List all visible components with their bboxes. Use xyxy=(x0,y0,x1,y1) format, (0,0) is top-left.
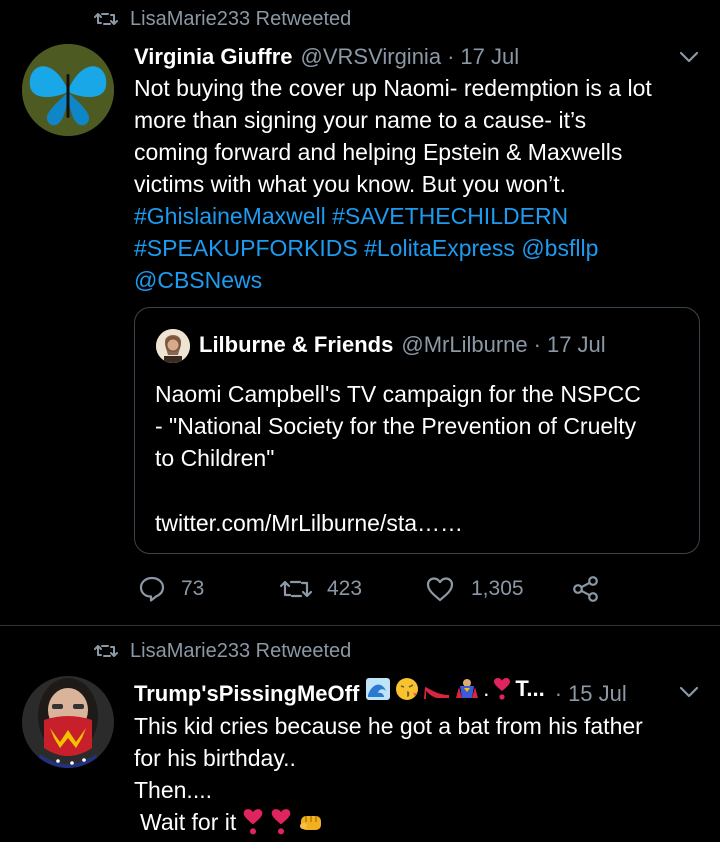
share-button[interactable] xyxy=(571,574,601,604)
avatar[interactable] xyxy=(22,44,114,136)
quote-link[interactable]: twitter.com/MrLilburne/sta…… xyxy=(155,507,463,539)
retweet-icon xyxy=(279,580,313,598)
retweet-count: 423 xyxy=(327,577,363,600)
retweet-icon xyxy=(94,645,118,657)
quote-author-name: Lilburne & Friends xyxy=(199,332,394,357)
separator-dot: · xyxy=(554,681,563,706)
quote-text-line: to Children" xyxy=(155,445,275,471)
chevron-down-icon[interactable] xyxy=(678,50,700,64)
hashtag-link[interactable]: #GhislaineMaxwell xyxy=(134,203,326,229)
wave-emoji-icon xyxy=(366,678,391,700)
hashtag-link[interactable]: #SPEAKUPFORKIDS xyxy=(134,235,358,261)
superhero-emoji-icon xyxy=(456,679,479,698)
mention-link[interactable]: @CBSNews xyxy=(134,267,262,293)
like-button[interactable]: 1,305 xyxy=(425,575,524,603)
retweet-icon xyxy=(94,13,118,25)
avatar[interactable] xyxy=(22,676,114,768)
hashtag-link[interactable]: #LolitaExpress xyxy=(364,235,515,261)
name-emojis: . T... xyxy=(365,676,545,702)
wonder-woman-avatar-image xyxy=(22,676,114,768)
tweet-text-last-line: Wait for it xyxy=(134,806,704,838)
dot-text: . xyxy=(483,676,490,701)
separator-dot: · xyxy=(447,44,455,69)
reply-count: 73 xyxy=(181,577,205,600)
retweet-button[interactable]: 423 xyxy=(279,575,362,603)
like-count: 1,305 xyxy=(471,577,524,600)
heart-exclamation-emoji-icon xyxy=(494,678,511,700)
chevron-down-icon[interactable] xyxy=(678,685,700,699)
tweet-text-line: Wait for it xyxy=(140,809,237,835)
retweet-context[interactable]: LisaMarie233 Retweeted xyxy=(94,6,351,32)
quoted-tweet-card[interactable]: Lilburne & Friends @MrLilburne · 17 Jul … xyxy=(134,307,700,554)
portrait-avatar-image xyxy=(156,329,190,363)
tweet-text-line: more than signing your name to a cause- … xyxy=(134,107,587,133)
quote-text-line: - "National Society for the Prevention o… xyxy=(155,413,637,439)
kiss-face-emoji-icon xyxy=(396,678,419,700)
retweet-context-label: LisaMarie233 Retweeted xyxy=(130,7,352,30)
reply-icon xyxy=(139,576,165,602)
retweet-context[interactable]: LisaMarie233 Retweeted xyxy=(94,638,351,664)
author-name[interactable]: Virginia Giuffre xyxy=(134,44,293,70)
tweet-divider xyxy=(0,625,720,626)
tweet-actions: 73 423 1,305 xyxy=(137,573,607,605)
quote-avatar xyxy=(156,329,190,363)
tweet-text: Not buying the cover up Naomi- redemptio… xyxy=(134,72,704,296)
high-heel-emoji-icon xyxy=(424,687,450,699)
tweet-text-line: This kid cries because he got a bat from… xyxy=(134,713,643,739)
quote-header: Lilburne & Friends @MrLilburne · 17 Jul xyxy=(199,332,606,358)
tweet-date[interactable]: 15 Jul xyxy=(568,681,627,707)
quote-author-handle: @MrLilburne xyxy=(401,332,528,357)
tweet-text-line: coming forward and helping Epstein & Max… xyxy=(134,139,623,165)
tweet-text-line: for his birthday.. xyxy=(134,745,296,771)
butterfly-avatar-image xyxy=(22,44,114,136)
heart-exclamation-emoji-icon xyxy=(271,809,291,835)
share-icon xyxy=(573,576,598,602)
mention-link[interactable]: @bsfllp xyxy=(521,235,598,261)
tweet-header: Trump'sPissingMeOff . T... · 15 Jul xyxy=(134,676,627,707)
author-name-suffix[interactable]: T... xyxy=(515,676,544,702)
quote-date: 17 Jul xyxy=(546,332,606,357)
fist-emoji-icon xyxy=(300,816,322,830)
heart-exclamation-emoji-icon xyxy=(243,809,263,835)
retweet-context-label: LisaMarie233 Retweeted xyxy=(130,639,352,662)
hashtag-link[interactable]: #SAVETHECHILDERN xyxy=(332,203,568,229)
author-name[interactable]: Trump'sPissingMeOff xyxy=(134,681,359,707)
reply-button[interactable]: 73 xyxy=(137,574,204,604)
tweet-text: This kid cries because he got a bat from… xyxy=(134,710,704,838)
heart-icon xyxy=(426,577,454,602)
tweet-header: Virginia Giuffre @VRSVirginia · 17 Jul xyxy=(134,44,519,70)
tweet-text-line: victims with what you know. But you won’… xyxy=(134,171,567,197)
quote-text: Naomi Campbell's TV campaign for the NSP… xyxy=(155,378,685,474)
tweet-text-line: Not buying the cover up Naomi- redemptio… xyxy=(134,75,652,101)
tweet-text-line: Then.... xyxy=(134,777,212,803)
separator-dot: · xyxy=(533,332,541,357)
author-handle[interactable]: @VRSVirginia xyxy=(301,44,442,70)
tweet-date[interactable]: 17 Jul xyxy=(460,44,519,70)
quote-text-line: Naomi Campbell's TV campaign for the NSP… xyxy=(155,381,641,407)
